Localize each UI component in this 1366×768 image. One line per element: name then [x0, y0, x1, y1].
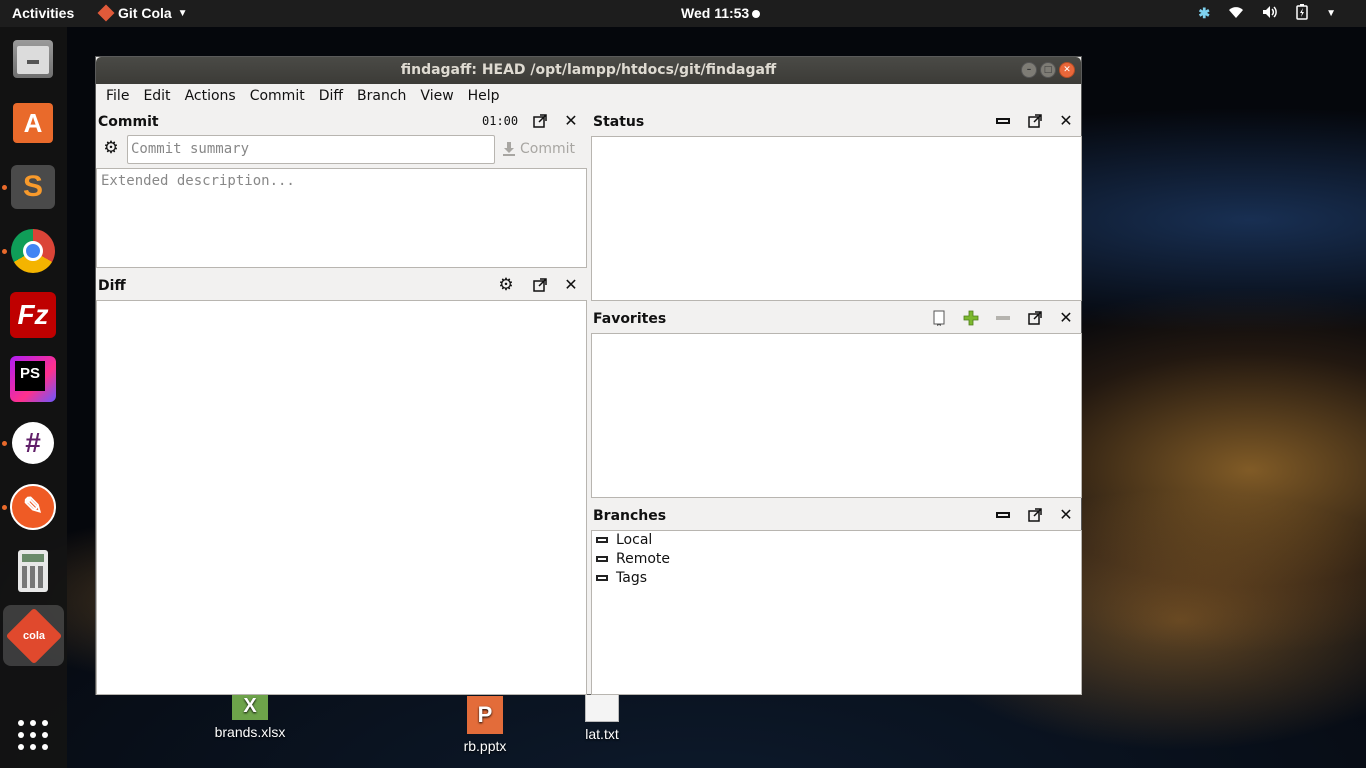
menu-bar: File Edit Actions Commit Diff Branch Vie… — [96, 84, 1081, 108]
maximize-icon[interactable]: □ — [1040, 62, 1056, 78]
window-titlebar[interactable]: findagaff: HEAD /opt/lampp/htdocs/git/fi… — [96, 57, 1081, 84]
expand-icon[interactable] — [596, 537, 608, 543]
window-title: findagaff: HEAD /opt/lampp/htdocs/git/fi… — [400, 62, 777, 78]
commit-summary-input[interactable]: Commit summary — [127, 135, 495, 164]
close-window-icon[interactable]: ✕ — [1059, 62, 1075, 78]
window-controls: – □ ✕ — [1021, 62, 1075, 78]
running-indicator — [2, 185, 7, 190]
close-panel-icon[interactable]: ✕ — [1058, 310, 1074, 326]
desktop-file-rb-pptx[interactable]: P rb.pptx — [440, 696, 530, 754]
expand-icon[interactable] — [596, 556, 608, 562]
menu-actions[interactable]: Actions — [178, 84, 243, 108]
float-panel-icon[interactable] — [1027, 508, 1043, 524]
gear-icon[interactable]: ⚙ — [498, 277, 514, 294]
extended-description-input[interactable]: Extended description... — [96, 168, 587, 268]
branch-group-remote[interactable]: Remote — [596, 551, 670, 567]
slack-tray-icon[interactable]: ✱ — [1198, 5, 1210, 22]
menu-edit[interactable]: Edit — [136, 84, 177, 108]
close-panel-icon[interactable]: ✕ — [563, 113, 579, 129]
favorites-panel-title: Favorites — [593, 311, 667, 327]
dock-postman-icon[interactable]: ✎ — [9, 483, 57, 531]
float-panel-icon[interactable] — [1027, 114, 1043, 130]
commit-button-label: Commit — [520, 141, 575, 157]
system-tray[interactable]: ✱ ▼ — [1198, 4, 1336, 23]
status-view[interactable] — [591, 136, 1082, 301]
activities-button[interactable]: Activities — [12, 5, 74, 21]
tree-item-label: Remote — [616, 551, 671, 567]
git-cola-icon — [97, 4, 115, 22]
float-panel-icon[interactable] — [1027, 311, 1043, 327]
gear-icon[interactable]: ⚙ — [103, 140, 119, 157]
dock-sublime-text-icon[interactable]: S — [9, 163, 57, 211]
desktop-file-label: rb.pptx — [463, 738, 507, 754]
float-panel-icon[interactable] — [532, 278, 548, 294]
dock-files-icon[interactable] — [9, 35, 57, 83]
show-applications-icon[interactable] — [9, 711, 57, 759]
dock-filezilla-icon[interactable]: Fz — [9, 291, 57, 339]
desktop-file-label: brands.xlsx — [214, 724, 286, 740]
close-panel-icon[interactable]: ✕ — [1058, 507, 1074, 523]
desktop-file-label: lat.txt — [585, 726, 619, 742]
clock-label: Wed 11:53 — [681, 5, 750, 21]
expand-icon[interactable] — [596, 575, 608, 581]
add-favorite-icon[interactable] — [963, 310, 979, 326]
status-panel-title: Status — [593, 114, 645, 130]
battery-icon — [1296, 4, 1308, 23]
dock-git-cola-icon[interactable]: cola — [3, 605, 64, 666]
desktop-file-lat-txt[interactable]: lat.txt — [557, 694, 647, 742]
caret-down-icon: ▼ — [177, 7, 188, 19]
text-file-icon — [585, 694, 619, 722]
branch-group-tags[interactable]: Tags — [596, 570, 647, 586]
diff-view[interactable] — [96, 300, 587, 695]
spreadsheet-icon: X — [232, 692, 268, 720]
collapse-icon[interactable] — [995, 114, 1011, 130]
menu-help[interactable]: Help — [461, 84, 507, 108]
volume-icon — [1262, 5, 1278, 22]
presentation-icon: P — [467, 696, 503, 734]
menu-commit[interactable]: Commit — [243, 84, 312, 108]
tree-item-label: Tags — [616, 570, 647, 586]
menu-file[interactable]: File — [96, 84, 136, 108]
minimize-icon[interactable]: – — [1021, 62, 1037, 78]
app-menu[interactable]: Git Cola ▼ — [97, 4, 188, 22]
diff-panel-title: Diff — [98, 278, 126, 294]
desktop-file-brands-xlsx[interactable]: X brands.xlsx — [205, 692, 295, 740]
system-menu-caret-icon: ▼ — [1326, 8, 1336, 19]
float-panel-icon[interactable] — [532, 114, 548, 130]
menu-branch[interactable]: Branch — [350, 84, 413, 108]
notification-dot-icon — [752, 10, 761, 19]
commit-button[interactable]: Commit — [502, 141, 575, 157]
dock-chrome-icon[interactable] — [9, 227, 57, 275]
close-panel-icon[interactable]: ✕ — [563, 277, 579, 293]
wifi-icon — [1228, 5, 1244, 22]
bookmark-icon[interactable] — [931, 310, 947, 326]
app-menu-label: Git Cola — [118, 5, 172, 21]
top-bar: Activities Git Cola ▼ Wed 11:53 ✱ ▼ — [0, 0, 1366, 27]
menu-view[interactable]: View — [413, 84, 460, 108]
favorites-view[interactable] — [591, 333, 1082, 498]
dock: A S Fz PS # ✎ cola — [0, 27, 67, 768]
dock-slack-icon[interactable]: # — [9, 419, 57, 467]
remove-favorite-icon[interactable] — [995, 310, 1011, 326]
clock[interactable]: Wed 11:53 — [681, 5, 761, 21]
git-cola-window: findagaff: HEAD /opt/lampp/htdocs/git/fi… — [95, 56, 1082, 695]
collapse-icon[interactable] — [995, 508, 1011, 524]
download-icon — [503, 142, 515, 156]
running-indicator — [2, 441, 7, 446]
dock-software-center-icon[interactable]: A — [9, 99, 57, 147]
commit-panel-title: Commit — [98, 114, 159, 130]
dock-phpstorm-icon[interactable]: PS — [9, 355, 57, 403]
close-panel-icon[interactable]: ✕ — [1058, 113, 1074, 129]
running-indicator — [2, 249, 7, 254]
dock-calculator-icon[interactable] — [9, 547, 57, 595]
menu-diff[interactable]: Diff — [312, 84, 350, 108]
tree-item-label: Local — [616, 532, 653, 548]
branch-group-local[interactable]: Local — [596, 532, 652, 548]
branches-panel-title: Branches — [593, 508, 667, 524]
running-indicator — [2, 505, 7, 510]
branches-tree[interactable]: Local Remote Tags — [591, 530, 1082, 695]
commit-timer: 01:00 — [482, 114, 519, 128]
